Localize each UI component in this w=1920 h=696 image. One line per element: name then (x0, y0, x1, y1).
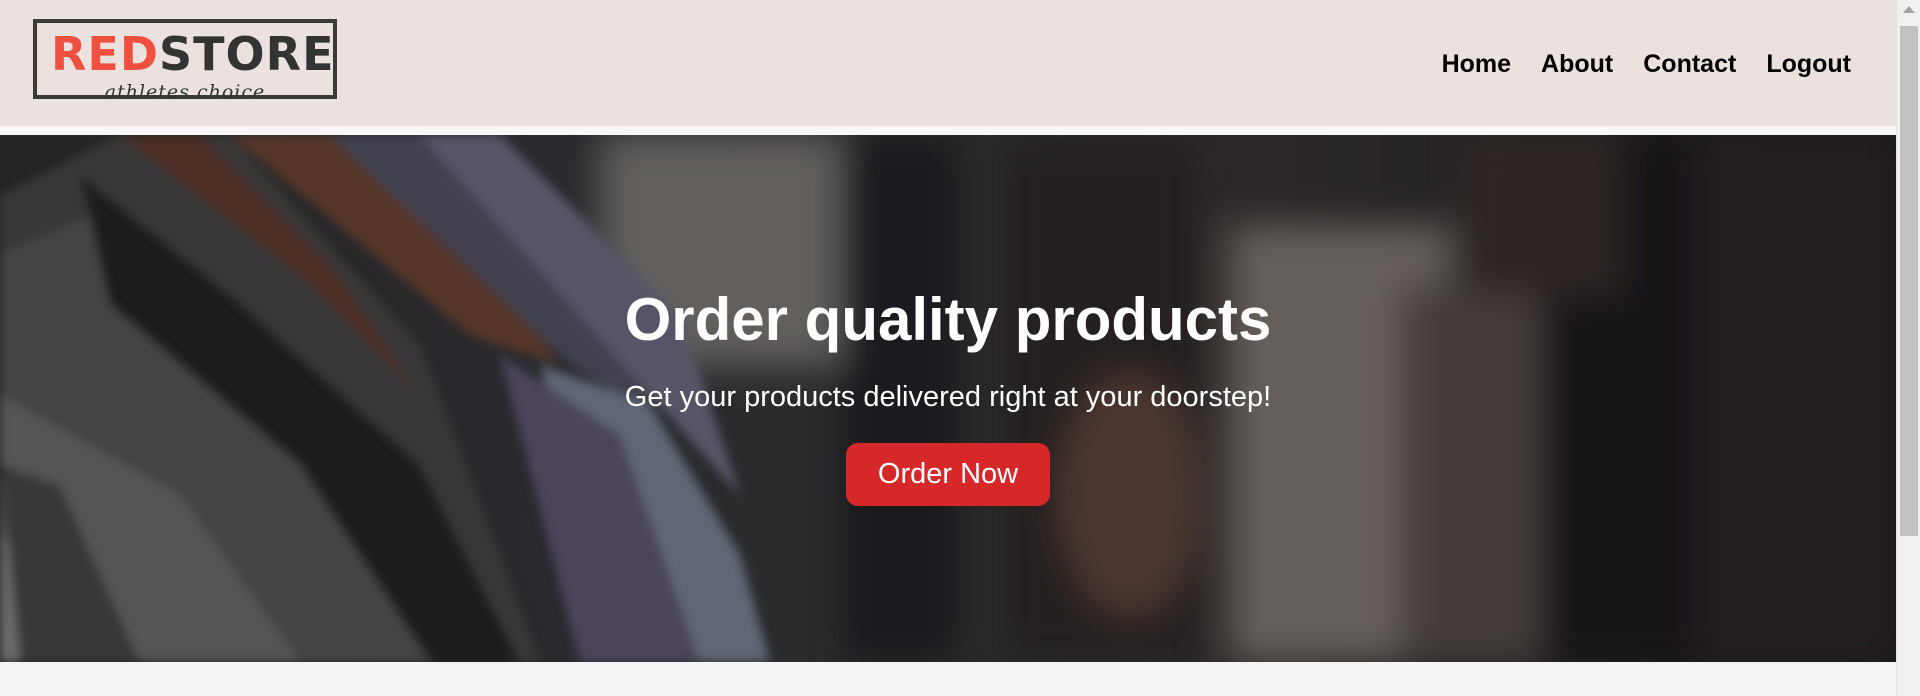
nav-about-link[interactable]: About (1541, 47, 1613, 81)
header-divider (0, 126, 1896, 135)
scroll-up-arrow-icon[interactable] (1903, 6, 1915, 13)
hero-title: Order quality products (624, 286, 1272, 353)
logo-red-part: RED (51, 27, 160, 81)
logo-wordmark: REDSTORE (51, 29, 335, 79)
scrollbar-thumb[interactable] (1900, 26, 1918, 536)
page-content-area (0, 662, 1896, 696)
hero-banner: Order quality products Get your products… (0, 135, 1896, 662)
logo-dark-part: STORE (159, 27, 335, 81)
page: REDSTORE athletes choice Home About Cont… (0, 0, 1896, 696)
nav-home-link[interactable]: Home (1442, 47, 1511, 81)
main-nav: Home About Contact Logout (1412, 47, 1851, 81)
nav-contact-link[interactable]: Contact (1643, 47, 1736, 81)
redstore-logo[interactable]: REDSTORE athletes choice (33, 19, 337, 103)
nav-logout-link[interactable]: Logout (1766, 47, 1851, 81)
order-now-button[interactable]: Order Now (846, 443, 1050, 506)
hero-subtitle: Get your products delivered right at you… (624, 381, 1272, 413)
hero-content: Order quality products Get your products… (0, 285, 1896, 506)
logo-tagline: athletes choice (104, 81, 266, 103)
site-header: REDSTORE athletes choice Home About Cont… (0, 0, 1896, 126)
vertical-scrollbar[interactable] (1896, 0, 1920, 696)
